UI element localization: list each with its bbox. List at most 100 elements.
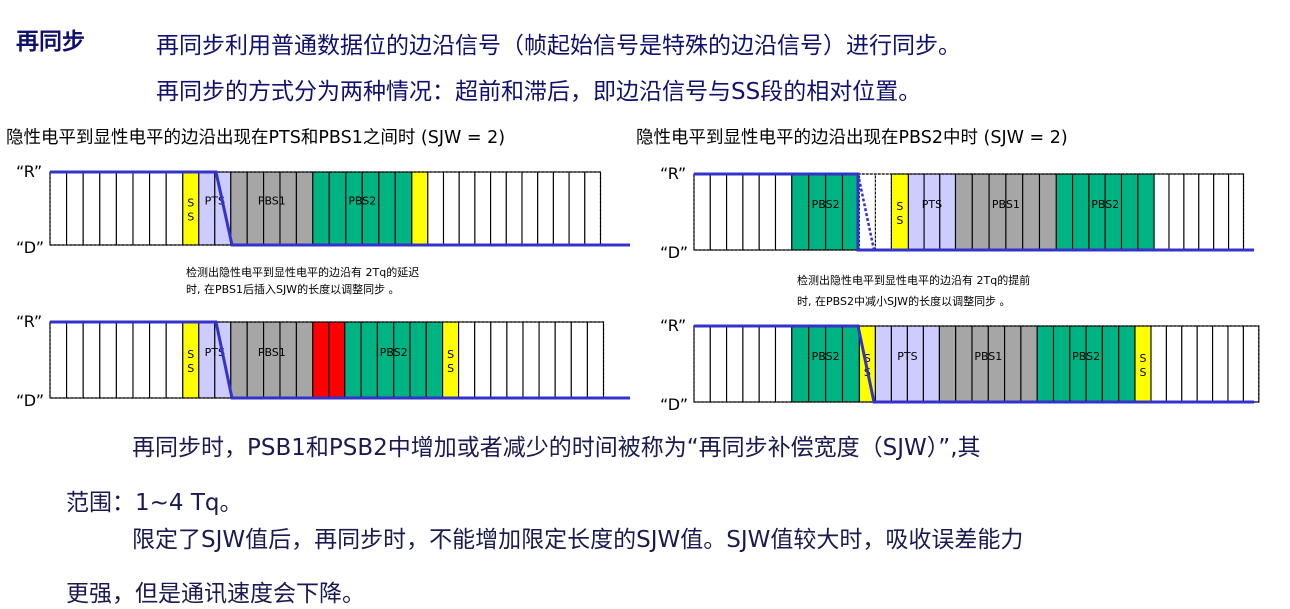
cell-sjw_insert: [312, 321, 330, 399]
cell-pbs2: [1104, 173, 1123, 251]
cell-empty: [1183, 173, 1200, 251]
cell-empty: [1212, 325, 1229, 403]
cell-pbs2: [1069, 325, 1087, 403]
cell-empty: [522, 321, 540, 399]
cell-pbs2: [345, 171, 363, 246]
cell-empty: [99, 321, 117, 399]
cell-empty: [538, 321, 556, 399]
cell-pbs2: [425, 321, 444, 399]
body-line-4: 更强，但是通讯速度会下降。: [66, 581, 365, 607]
cell-pbs1: [1004, 325, 1022, 403]
pbs2-label: PBS2: [1072, 350, 1100, 363]
diagram-advance-before: “R” “D” PBS2 SS PTS PBS1 PBS2: [660, 164, 1254, 262]
cell-pbs2: [1120, 173, 1139, 251]
cell-empty: [82, 321, 101, 399]
cell-empty: [774, 325, 793, 403]
cell-empty: [427, 171, 445, 246]
cell-pbs2: [1036, 325, 1055, 403]
cell-empty: [66, 321, 84, 399]
cell-empty: [1150, 325, 1167, 403]
cell-empty: [49, 321, 68, 399]
cell-pbs2: [409, 321, 427, 399]
cell-pbs2: [376, 321, 395, 399]
cell-pts: [198, 321, 216, 399]
ss-label-top: S: [447, 348, 454, 361]
cell-empty: [474, 171, 492, 246]
cell-pbs1: [1005, 173, 1024, 251]
label-d: “D”: [660, 395, 688, 414]
cell-pbs1: [954, 173, 973, 251]
pbs1-label: PBS1: [258, 195, 286, 208]
cell-pbs2: [1055, 173, 1074, 251]
pbs2-label: PBS2: [812, 350, 840, 363]
cell-pts: [907, 173, 925, 251]
cell-empty: [726, 173, 744, 251]
cell-empty: [1168, 173, 1185, 251]
pbs2-label: PBS2: [1091, 198, 1119, 211]
note-right-line-1: 检测出隐性电平到显性电平的边沿有 2Tq的提前: [797, 274, 1031, 287]
cell-pbs1: [263, 321, 281, 399]
pbs2-label: PBS2: [348, 195, 376, 208]
cell-pts: [922, 325, 940, 403]
cell-pbs2: [312, 171, 330, 246]
label-d: “D”: [16, 238, 44, 257]
cell-pbs1: [295, 321, 314, 399]
cell-pbs1: [955, 325, 973, 403]
ss-label-top: S: [187, 348, 194, 361]
cell-pbs1: [246, 171, 265, 246]
cell-pbs2: [825, 173, 844, 251]
cell-pts: [874, 325, 892, 403]
cell-empty: [132, 321, 151, 399]
label-r: “R”: [16, 162, 42, 181]
pbs2-label: PBS2: [380, 346, 408, 359]
cell-pbs1: [246, 321, 265, 399]
cell-empty: [874, 173, 892, 251]
ss-label-top: S: [896, 200, 903, 213]
cell-empty: [506, 321, 524, 399]
cell-empty: [570, 321, 588, 399]
ss-label-bottom: S: [187, 362, 194, 375]
cell-pbs2: [825, 325, 844, 403]
cell-empty: [726, 325, 744, 403]
cell-pbs2: [328, 171, 347, 246]
cell-empty: [1227, 325, 1244, 403]
cell-empty: [165, 321, 184, 399]
cell-empty: [1165, 325, 1183, 403]
label-d: “D”: [660, 243, 688, 262]
cell-empty: [165, 171, 184, 246]
cell-empty: [1196, 325, 1214, 403]
timing-diagrams: “R”“D”SSPTS PBS1 PBS2 “R”“D”SSPTS PBS1 PBS2 S…: [16, 162, 1260, 414]
ss-label-bottom: S: [1140, 366, 1147, 379]
note-left-line-2: 时, 在PBS1后插入SJW的长度以调整同步 。: [186, 283, 400, 296]
pbs2-label: PBS2: [812, 198, 840, 211]
pbs1-label: PBS1: [974, 350, 1002, 363]
cell-pbs2: [360, 321, 378, 399]
pbs1-label: PBS1: [258, 346, 286, 359]
cell-empty: [115, 321, 134, 399]
cell-empty: [442, 171, 460, 246]
cell-empty: [554, 321, 572, 399]
body-line-1: 再同步时，PSB1和PSB2中增加或者减少的时间被称为“再同步补偿宽度（SJW）…: [132, 435, 981, 461]
cell-empty: [115, 171, 134, 246]
cell-empty: [99, 171, 117, 246]
cell-pbs2: [1101, 325, 1120, 403]
cell-pbs1: [230, 171, 248, 246]
body-line-3: 限定了SJW值后，再同步时，不能增加限定长度的SJW值。SJW值较大时，吸收误差…: [132, 527, 1024, 553]
cell-ss: [411, 171, 429, 246]
cell-empty: [693, 173, 711, 251]
cell-pbs1: [938, 325, 957, 403]
cell-empty: [66, 171, 84, 246]
cell-empty: [584, 171, 602, 246]
note-left: 检测出隐性电平到显性电平的边沿有 2Tq的延迟 时, 在PBS1后插入SJW的长…: [186, 264, 419, 298]
ss-label-top: S: [187, 197, 194, 210]
cell-pbs2: [361, 171, 380, 246]
pbs1-label: PBS1: [992, 198, 1020, 211]
cell-empty: [458, 171, 476, 246]
cell-empty: [552, 171, 570, 246]
cell-pbs1: [987, 325, 1006, 403]
label-r: “R”: [660, 164, 686, 183]
cell-pbs2: [1072, 173, 1090, 251]
cell-empty: [490, 321, 508, 399]
label-d: “D”: [16, 391, 44, 410]
cell-pbs1: [1022, 173, 1041, 251]
